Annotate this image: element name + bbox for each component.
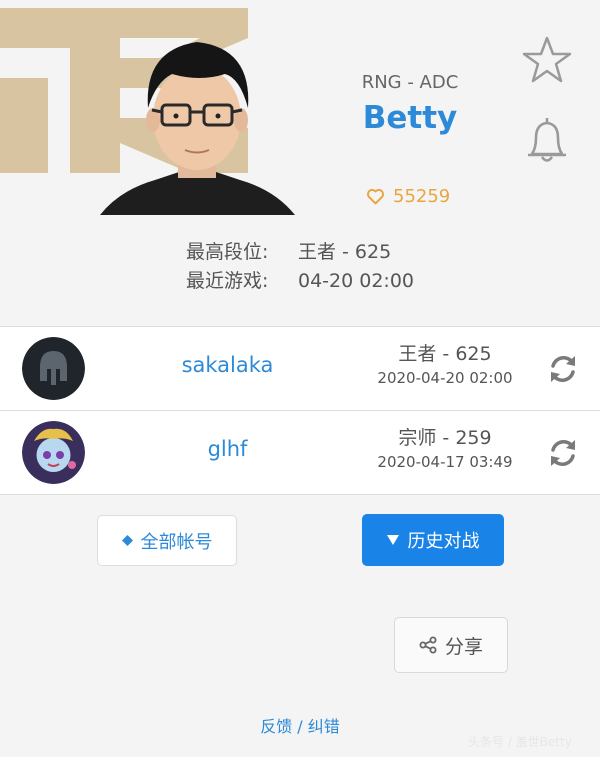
account-list: sakalaka 王者 - 625 2020-04-20 02:00 glhf … bbox=[0, 326, 600, 495]
profile-header: RNG - ADC Betty 55259 最高段位: 王者 - 625 最近游戏… bbox=[0, 0, 600, 325]
account-row[interactable]: glhf 宗师 - 259 2020-04-17 03:49 bbox=[0, 411, 600, 495]
all-accounts-button[interactable]: 全部帐号 bbox=[97, 515, 237, 566]
refresh-icon[interactable] bbox=[546, 352, 580, 386]
feedback-link[interactable]: 反馈 / 纠错 bbox=[240, 713, 360, 737]
recent-game-value: 04-20 02:00 bbox=[298, 270, 415, 292]
triangle-down-icon bbox=[386, 535, 399, 545]
player-photo bbox=[100, 42, 295, 215]
highest-rank-value: 王者 - 625 bbox=[298, 241, 392, 263]
refresh-icon[interactable] bbox=[546, 436, 580, 470]
account-row[interactable]: sakalaka 王者 - 625 2020-04-20 02:00 bbox=[0, 327, 600, 411]
share-icon bbox=[419, 636, 437, 654]
watermark: 头条号 / 盖世Betty bbox=[468, 735, 572, 749]
likes-count[interactable]: 55259 bbox=[366, 186, 450, 207]
likes-value: 55259 bbox=[393, 186, 451, 207]
highest-rank-label: 最高段位: bbox=[186, 241, 269, 263]
heart-icon bbox=[366, 188, 385, 205]
share-button[interactable]: 分享 bbox=[394, 617, 508, 673]
match-history-button[interactable]: 历史对战 bbox=[362, 514, 504, 566]
player-profile-page: RNG - ADC Betty 55259 最高段位: 王者 - 625 最近游戏… bbox=[0, 0, 600, 757]
favorite-star-icon[interactable] bbox=[522, 36, 572, 84]
spartan-helmet-icon bbox=[22, 337, 85, 400]
diamond-icon bbox=[121, 535, 133, 546]
highest-rank-row: 最高段位: 王者 - 625 bbox=[186, 237, 391, 264]
recent-game-row: 最近游戏: 04-20 02:00 bbox=[186, 266, 414, 293]
champion-portrait bbox=[22, 421, 85, 484]
account-rank: 王者 - 625 bbox=[398, 343, 492, 365]
account-last-played: 2020-04-17 03:49 bbox=[377, 453, 513, 471]
account-rank: 宗师 - 259 bbox=[398, 427, 492, 449]
recent-game-label: 最近游戏: bbox=[186, 270, 269, 292]
account-last-played: 2020-04-20 02:00 bbox=[377, 369, 513, 387]
account-name: glhf bbox=[207, 437, 248, 461]
team-role: RNG - ADC bbox=[361, 72, 459, 93]
account-name: sakalaka bbox=[181, 353, 274, 377]
share-label: 分享 bbox=[444, 635, 483, 658]
notification-bell-icon[interactable] bbox=[524, 114, 570, 164]
player-name: Betty bbox=[362, 100, 458, 136]
match-history-label: 历史对战 bbox=[407, 531, 480, 552]
all-accounts-label: 全部帐号 bbox=[140, 531, 213, 553]
